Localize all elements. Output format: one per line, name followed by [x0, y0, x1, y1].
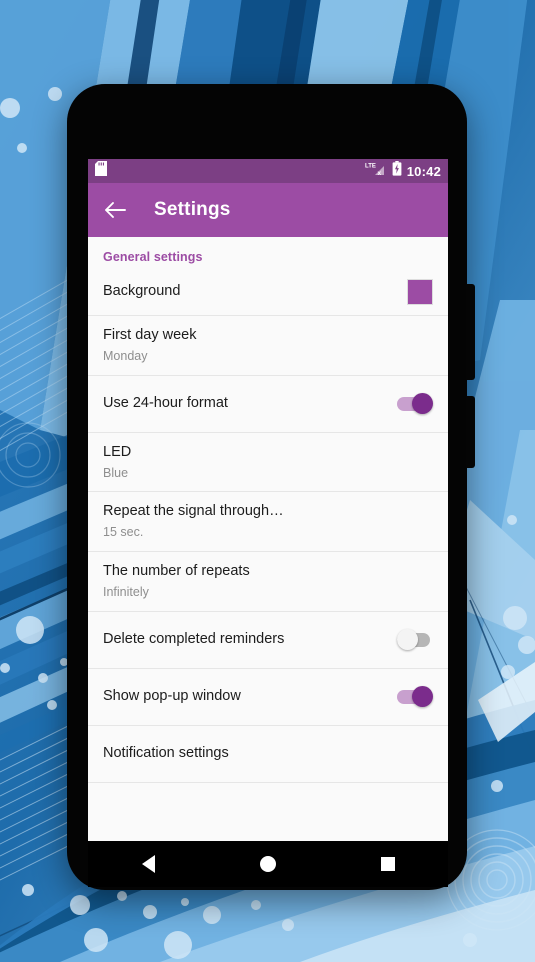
settings-row-subtitle: 15 sec. [103, 525, 144, 540]
settings-row-title: The number of repeats [103, 563, 250, 580]
settings-row-repeat-the-signal-through[interactable]: Repeat the signal through… 15 sec. [88, 492, 448, 553]
nav-recents-glyph [381, 857, 395, 871]
background-color-swatch[interactable] [407, 278, 433, 305]
nav-back-glyph [141, 855, 155, 873]
toggle-use-24-hour-format[interactable] [397, 392, 433, 415]
svg-text:x: x [377, 170, 381, 176]
phone-screen: LTE x 10:42 Settings General settings Ba… [88, 159, 448, 841]
settings-row-subtitle: Infinitely [103, 585, 149, 599]
status-bar: LTE x 10:42 [88, 159, 448, 183]
app-bar: Settings [88, 183, 448, 237]
arrow-back-icon[interactable] [102, 197, 128, 223]
battery-charging-icon [392, 161, 402, 181]
settings-row-first-day-week[interactable]: First day week Monday [88, 316, 448, 376]
svg-text:LTE: LTE [365, 164, 376, 170]
settings-row-title: Notification settings [103, 745, 229, 762]
settings-row-title: First day week [103, 327, 197, 343]
nav-home-glyph [260, 856, 276, 872]
section-header-general-settings: General settings [103, 250, 203, 264]
row-text: LED Blue [103, 433, 433, 492]
settings-row-subtitle: Monday [103, 348, 148, 363]
toggle-thumb [412, 685, 433, 707]
settings-row-show-pop-up-window[interactable]: Show pop-up window [88, 668, 448, 726]
settings-row-title: Delete completed reminders [103, 631, 285, 648]
row-accessory [397, 685, 433, 708]
toggle-delete-completed-reminders[interactable] [397, 628, 433, 651]
toggle-thumb [397, 628, 418, 650]
phone-device-frame: LTE x 10:42 Settings General settings Ba… [67, 84, 475, 890]
status-bar-left-icons [95, 161, 107, 181]
row-accessory [397, 628, 433, 651]
row-text: Background [103, 272, 395, 311]
status-bar-clock: 10:42 [406, 163, 441, 179]
toggle-show-pop-up-window[interactable] [397, 685, 433, 708]
toggle-thumb [412, 392, 433, 414]
settings-row-notification-settings[interactable]: Notification settings [88, 725, 448, 783]
nav-back-triangle-icon[interactable] [125, 841, 171, 887]
row-accessory [407, 278, 433, 305]
nav-home-circle-icon[interactable] [245, 841, 291, 887]
settings-row-title: Repeat the signal through… [103, 503, 284, 520]
android-navigation-bar [88, 841, 448, 887]
volume-button[interactable] [466, 396, 475, 468]
settings-row-use-24-hour-format[interactable]: Use 24-hour format [88, 375, 448, 433]
settings-row-the-number-of-repeats[interactable]: The number of repeats Infinitely [88, 552, 448, 612]
row-text: Notification settings [103, 734, 433, 773]
status-bar-right-icons: LTE x 10:42 [365, 161, 441, 181]
sd-card-icon [95, 161, 107, 181]
settings-row-title: LED [103, 443, 132, 460]
settings-row-title: Show pop-up window [103, 688, 241, 705]
settings-row-title: Background [103, 283, 181, 300]
settings-row-delete-completed-reminders[interactable]: Delete completed reminders [88, 611, 448, 669]
settings-row-background[interactable]: Background [88, 268, 448, 316]
row-text: Delete completed reminders [103, 620, 385, 659]
page-title: Settings [154, 199, 231, 220]
settings-row-led[interactable]: LED Blue [88, 432, 448, 493]
settings-list[interactable]: General settings Background First day we… [88, 237, 448, 841]
lte-signal-no-service-icon: LTE x [365, 161, 387, 181]
row-text: Use 24-hour format [103, 384, 385, 423]
settings-row-title: Use 24-hour format [103, 395, 228, 412]
nav-recents-square-icon[interactable] [365, 841, 411, 887]
power-button[interactable] [466, 284, 475, 380]
row-text: First day week Monday [103, 316, 433, 375]
settings-row-subtitle: Blue [103, 465, 129, 480]
row-text: The number of repeats Infinitely [103, 552, 433, 611]
row-text: Show pop-up window [103, 677, 385, 716]
row-accessory [397, 392, 433, 415]
row-text: Repeat the signal through… 15 sec. [103, 492, 433, 551]
